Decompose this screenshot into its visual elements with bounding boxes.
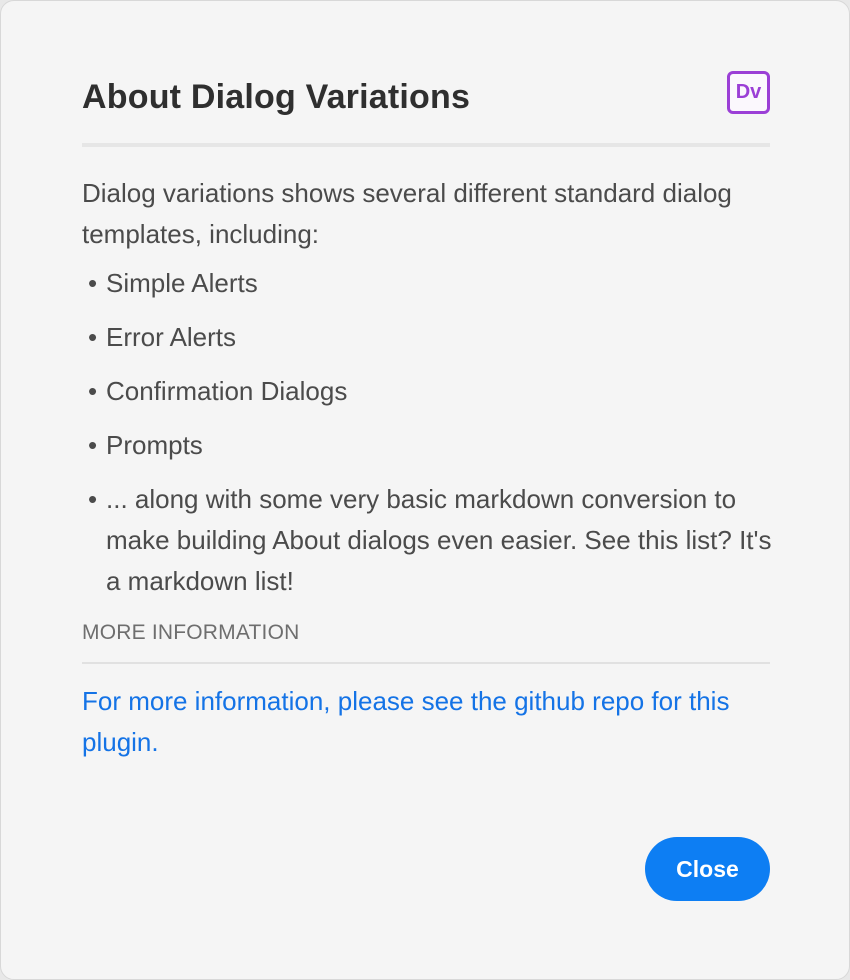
- list-item-text: Error Alerts: [106, 322, 237, 352]
- list-item: • Confirmation Dialogs: [82, 371, 792, 412]
- list-item: • Error Alerts: [82, 317, 792, 358]
- bullet: •: [88, 322, 98, 352]
- plugin-logo-icon: Dv: [727, 71, 770, 114]
- github-repo-link[interactable]: For more information, please see the git…: [82, 681, 770, 763]
- more-information-heading: MORE INFORMATION: [82, 621, 300, 644]
- section-divider: [82, 662, 770, 664]
- list-item-text: Simple Alerts: [106, 268, 258, 298]
- intro-text: Dialog variations shows several differen…: [82, 178, 732, 249]
- bullet: •: [88, 268, 98, 298]
- feature-list: • Simple Alerts • Error Alerts • Confirm…: [82, 263, 792, 602]
- list-item-text: Prompts: [106, 430, 203, 460]
- dialog-content: Dialog variations shows several differen…: [82, 173, 792, 615]
- list-item: • Prompts: [82, 425, 792, 466]
- bullet: •: [88, 376, 98, 406]
- header-divider: [82, 143, 770, 147]
- close-button[interactable]: Close: [645, 837, 770, 901]
- dialog-header: About Dialog Variations Dv: [82, 71, 770, 123]
- list-item-text: Confirmation Dialogs: [106, 376, 348, 406]
- about-dialog: About Dialog Variations Dv Dialog variat…: [0, 0, 850, 980]
- list-item: • ... along with some very basic markdow…: [82, 479, 792, 602]
- list-item: • Simple Alerts: [82, 263, 792, 304]
- bullet: •: [88, 430, 98, 460]
- bullet: •: [88, 484, 98, 514]
- dialog-title: About Dialog Variations: [82, 78, 471, 116]
- list-item-text: ... along with some very basic markdown …: [106, 484, 772, 596]
